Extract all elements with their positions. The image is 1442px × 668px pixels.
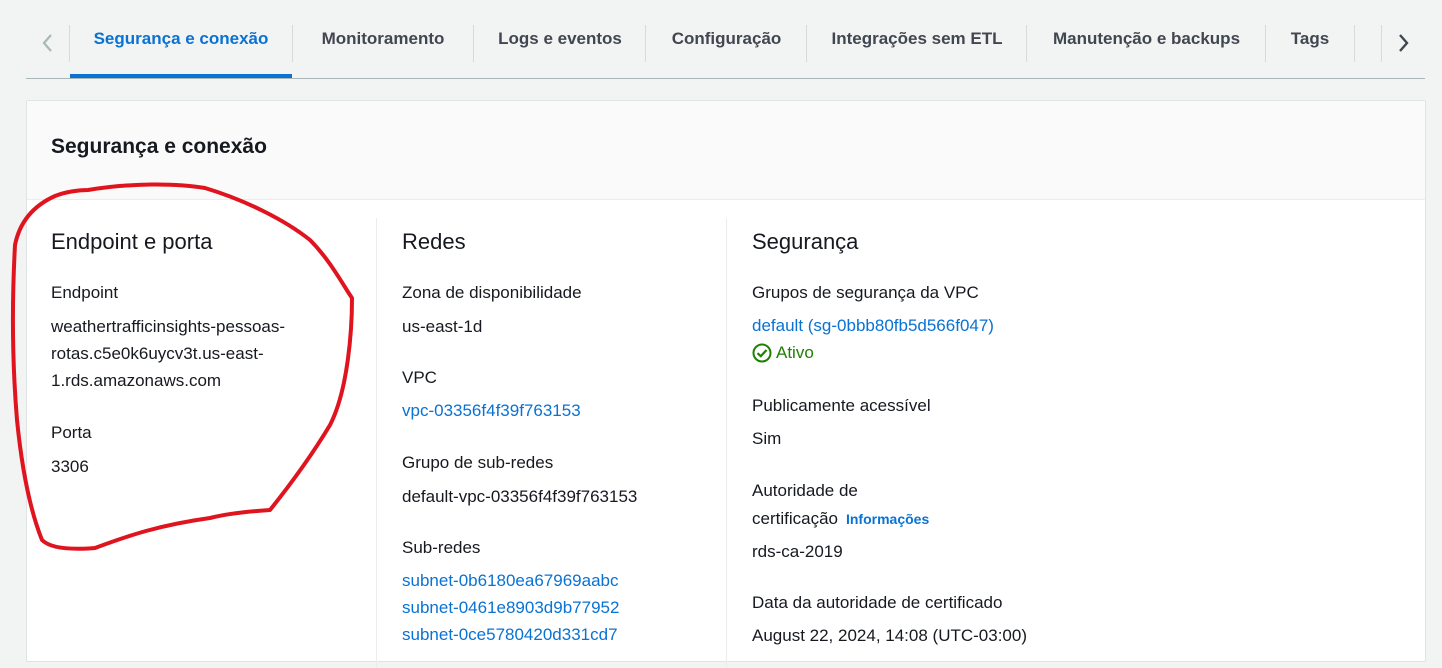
vpc-link[interactable]: vpc-03356f4f39f763153 [402, 401, 581, 421]
subnet-group-label: Grupo de sub-redes [402, 453, 554, 472]
subnet-link[interactable]: subnet-0461e8903d9b77952 [402, 598, 619, 618]
security-group-status: Ativo [752, 343, 814, 363]
port-label: Porta [51, 423, 92, 442]
vpc-security-groups-label: Grupos de segurança da VPC [752, 283, 979, 302]
network-section-title: Redes [402, 229, 466, 254]
status-text: Ativo [776, 343, 814, 362]
tab-security-connection[interactable]: Segurança e conexão [70, 0, 292, 78]
subnet-link[interactable]: subnet-0ce5780420d331cd7 [402, 625, 618, 645]
tab-scroll-left-button[interactable] [32, 26, 62, 60]
subnet-group-value: default-vpc-03356f4f39f763153 [402, 487, 638, 506]
tab-tags[interactable]: Tags [1266, 0, 1354, 78]
tab-configuration[interactable]: Configuração [646, 0, 807, 78]
tab-bar: Segurança e conexão Monitoramento Logs e… [0, 0, 1442, 80]
tab-logs-events[interactable]: Logs e eventos [474, 0, 646, 78]
tab-bar-border [26, 78, 1425, 79]
tab-divider [1354, 25, 1355, 62]
tab-divider [1381, 25, 1382, 62]
security-connection-panel: Segurança e conexão Endpoint e porta End… [26, 100, 1426, 668]
availability-zone-label: Zona de disponibilidade [402, 283, 582, 302]
panel-header: Segurança e conexão [27, 101, 1425, 200]
tab-monitoring[interactable]: Monitoramento [293, 0, 473, 78]
port-value: 3306 [51, 457, 89, 476]
certificate-date-value: August 22, 2024, 14:08 (UTC-03:00) [752, 626, 1027, 645]
panel-title: Segurança e conexão [51, 135, 267, 158]
endpoint-section-title: Endpoint e porta [51, 229, 213, 254]
column-divider [726, 218, 727, 668]
endpoint-value-line-2: rotas.c5e0k6uycv3t.us-east- [51, 344, 264, 363]
info-link[interactable]: Informações [846, 511, 929, 527]
vpc-label: VPC [402, 368, 437, 387]
publicly-accessible-value: Sim [752, 429, 782, 448]
subnets-label: Sub-redes [402, 538, 481, 557]
certificate-authority-label-text: certificação [752, 509, 838, 528]
certificate-date-label: Data da autoridade de certificado [752, 593, 1003, 612]
certificate-authority-value: rds-ca-2019 [752, 542, 843, 561]
column-divider [376, 218, 377, 668]
publicly-accessible-label: Publicamente acessível [752, 396, 931, 415]
endpoint-label: Endpoint [51, 283, 119, 302]
chevron-right-icon [1399, 34, 1409, 52]
chevron-left-icon [42, 34, 52, 52]
endpoint-value-line-1: weathertrafficinsights-pessoas- [51, 317, 286, 336]
security-section-title: Segurança [752, 229, 859, 254]
endpoint-value-line-3: 1.rds.amazonaws.com [51, 371, 222, 390]
tab-scroll-right-button[interactable] [1389, 26, 1419, 60]
tab-maintenance-backups[interactable]: Manutenção e backups [1027, 0, 1266, 78]
subnet-link[interactable]: subnet-0b6180ea67969aabc [402, 571, 618, 591]
certificate-authority-label-line-2: certificação Informações [752, 509, 929, 529]
security-group-link[interactable]: default (sg-0bbb80fb5d566f047) [752, 316, 994, 336]
check-circle-icon [752, 343, 772, 363]
availability-zone-value: us-east-1d [402, 317, 483, 336]
tab-zero-etl-integrations[interactable]: Integrações sem ETL [807, 0, 1027, 78]
certificate-authority-label: Autoridade de [752, 481, 858, 500]
